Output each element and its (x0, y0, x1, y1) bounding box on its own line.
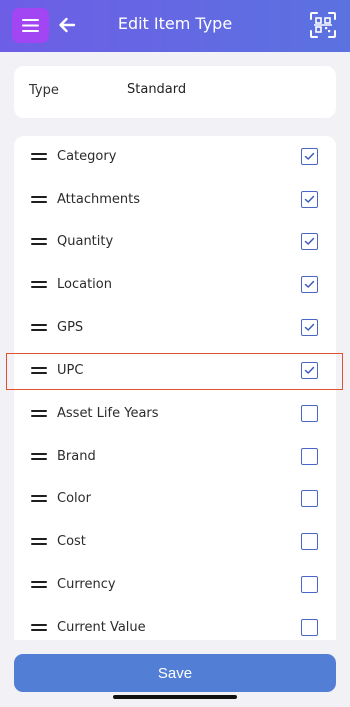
field-checkbox[interactable] (301, 148, 318, 165)
field-label: Category (57, 149, 117, 164)
field-checkbox[interactable] (301, 448, 318, 465)
check-icon (304, 152, 315, 160)
field-label: Current Value (57, 620, 146, 635)
field-checkbox[interactable] (301, 191, 318, 208)
drag-handle-icon[interactable] (31, 367, 47, 375)
list-item[interactable]: Color (14, 480, 336, 522)
type-card[interactable]: Type Standard (14, 66, 336, 118)
field-label: Asset Life Years (57, 406, 159, 421)
field-checkbox[interactable] (301, 576, 318, 593)
drag-handle-icon[interactable] (31, 624, 47, 632)
field-checkbox[interactable] (301, 490, 318, 507)
check-icon (304, 195, 315, 203)
list-item[interactable]: Asset Life Years (14, 395, 336, 437)
qr-scan-icon (310, 12, 336, 38)
field-checkbox[interactable] (301, 533, 318, 550)
list-item[interactable]: UPC (14, 352, 336, 394)
drag-handle-icon[interactable] (31, 581, 47, 589)
field-checkbox[interactable] (301, 362, 318, 379)
check-icon (304, 280, 315, 288)
field-checkbox[interactable] (301, 319, 318, 336)
field-label: GPS (57, 320, 84, 335)
type-value: Standard (127, 82, 187, 97)
drag-handle-icon[interactable] (31, 153, 47, 161)
drag-handle-icon[interactable] (31, 495, 47, 503)
field-label: Location (57, 277, 112, 292)
field-checkbox[interactable] (301, 619, 318, 636)
field-checkbox[interactable] (301, 405, 318, 422)
list-item[interactable]: Currency (14, 566, 336, 608)
save-button[interactable]: Save (14, 654, 336, 692)
drag-handle-icon[interactable] (31, 324, 47, 332)
field-label: UPC (57, 363, 84, 378)
list-item[interactable]: Brand (14, 438, 336, 480)
drag-handle-icon[interactable] (31, 453, 47, 461)
home-indicator (113, 695, 237, 699)
type-label: Type (29, 83, 59, 98)
list-item[interactable]: Location (14, 266, 336, 308)
field-checkbox[interactable] (301, 233, 318, 250)
fields-list: Category Attachments Quantity Location G… (14, 136, 336, 640)
list-item[interactable]: Cost (14, 523, 336, 565)
field-label: Cost (57, 534, 86, 549)
drag-handle-icon[interactable] (31, 196, 47, 204)
scan-button[interactable] (308, 10, 338, 40)
field-label: Brand (57, 449, 96, 464)
app-header: Edit Item Type (0, 0, 350, 52)
field-checkbox[interactable] (301, 276, 318, 293)
drag-handle-icon[interactable] (31, 238, 47, 246)
check-icon (304, 366, 315, 374)
drag-handle-icon[interactable] (31, 538, 47, 546)
drag-handle-icon[interactable] (31, 281, 47, 289)
field-label: Currency (57, 577, 116, 592)
field-label: Attachments (57, 192, 140, 207)
list-item[interactable]: GPS (14, 309, 336, 351)
drag-handle-icon[interactable] (31, 410, 47, 418)
list-item[interactable]: Attachments (14, 181, 336, 223)
check-icon (304, 323, 315, 331)
check-icon (304, 237, 315, 245)
page-title: Edit Item Type (117, 14, 233, 33)
list-item[interactable]: Category (14, 138, 336, 180)
list-item[interactable]: Current Value (14, 609, 336, 640)
list-item[interactable]: Quantity (14, 223, 336, 265)
field-label: Color (57, 491, 91, 506)
field-label: Quantity (57, 234, 114, 249)
